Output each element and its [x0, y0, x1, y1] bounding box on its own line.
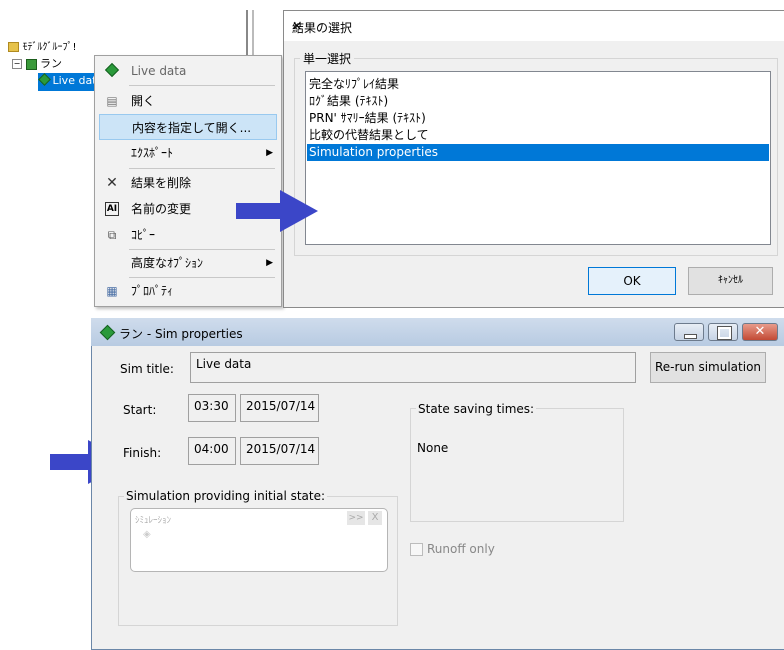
sim-title-label: Sim title: — [120, 362, 174, 376]
rerun-simulation-button[interactable]: Re-run simulation — [650, 352, 766, 383]
delete-icon: ✕ — [106, 175, 118, 191]
list-item[interactable]: 比較の代替結果として — [307, 127, 769, 144]
context-menu: Live data ▤ 開く 内容を指定して開く... ｴｸｽﾎﾟｰﾄ ▶ ✕ … — [94, 55, 282, 307]
ok-button[interactable]: OK — [588, 267, 676, 295]
splitter-edge — [252, 10, 254, 55]
start-date-field[interactable]: 2015/07/14 — [240, 394, 319, 422]
result-options-list[interactable]: 完全なﾘﾌﾟﾚｲ結果 ﾛｸﾞ結果 (ﾃｷｽﾄ) PRN' ｻﾏﾘｰ結果 (ﾃｷｽ… — [305, 71, 771, 245]
arrow-right-icon — [236, 190, 318, 232]
simulation-icon: ◈ — [143, 529, 151, 540]
open-icon: ▤ — [106, 94, 118, 108]
dialog-titlebar[interactable]: 結果の選択 ✕ — [284, 11, 784, 41]
sim-title-field[interactable]: Live data — [190, 352, 636, 383]
splitter[interactable] — [246, 10, 248, 55]
close-icon: ✕ — [754, 324, 766, 339]
cancel-button[interactable]: ｷｬﾝｾﾙ — [688, 267, 773, 295]
start-time-field[interactable]: 03:30 — [188, 394, 236, 422]
window-titlebar[interactable]: ラン - Sim properties ✕ — [91, 318, 784, 346]
finish-label: Finish: — [123, 446, 162, 460]
minimize-icon — [684, 334, 697, 339]
runoff-only-checkbox[interactable] — [410, 543, 423, 556]
maximize-icon — [717, 326, 732, 340]
close-icon[interactable]: ✕ — [292, 19, 775, 33]
menu-separator — [129, 85, 275, 86]
list-item[interactable]: 完全なﾘﾌﾟﾚｲ結果 — [307, 76, 769, 93]
menu-item-export[interactable]: ｴｸｽﾎﾟｰﾄ ▶ — [95, 140, 281, 166]
submenu-arrow-icon: ▶ — [266, 148, 273, 158]
state-saving-value: None — [417, 441, 449, 455]
folder-icon — [8, 42, 19, 52]
initial-state-label: Simulation providing initial state: — [124, 489, 328, 503]
menu-item-open[interactable]: ▤ 開く — [95, 88, 281, 114]
runoff-only-label: Runoff only — [427, 542, 495, 556]
finish-date-field[interactable]: 2015/07/14 — [240, 437, 319, 465]
maximize-button[interactable] — [708, 323, 738, 341]
group-label: 単一選択 — [300, 50, 355, 67]
list-item-selected[interactable]: Simulation properties — [307, 144, 769, 161]
menu-separator — [129, 168, 275, 169]
live-data-icon — [104, 62, 120, 78]
rename-icon: AI — [105, 202, 119, 216]
start-label: Start: — [123, 403, 157, 417]
tree-item-run-label: ラン — [40, 57, 62, 70]
tree-item-root[interactable]: ﾓﾃﾞﾙｸﾞﾙｰﾌﾟ! — [8, 38, 77, 53]
initial-state-selector[interactable]: ｼﾐｭﾚｰｼｮﾝ >> X ◈ — [130, 508, 388, 572]
menu-item-properties[interactable]: ▦ ﾌﾟﾛﾊﾟﾃｨ — [95, 278, 281, 304]
tree-item-run[interactable]: − ラン — [12, 55, 62, 71]
close-button[interactable]: ✕ — [742, 323, 778, 341]
properties-icon: ▦ — [106, 284, 118, 298]
submenu-arrow-icon: ▶ — [266, 258, 273, 268]
simulation-nav-button[interactable]: >> — [347, 511, 365, 525]
menu-item-advanced[interactable]: 高度なｵﾌﾟｼｮﾝ ▶ — [95, 250, 281, 276]
state-saving-group — [410, 408, 624, 522]
copy-icon: ⧉ — [107, 228, 117, 242]
finish-time-field[interactable]: 04:00 — [188, 437, 236, 465]
tree-item-live-label: Live dat — [52, 74, 97, 87]
live-data-icon — [38, 73, 51, 86]
list-item[interactable]: PRN' ｻﾏﾘｰ結果 (ﾃｷｽﾄ) — [307, 110, 769, 127]
state-saving-label: State saving times: — [416, 402, 537, 416]
window-title: ラン - Sim properties — [119, 327, 243, 341]
simulation-placeholder: ｼﾐｭﾚｰｼｮﾝ — [135, 516, 172, 526]
menu-header: Live data — [95, 58, 281, 84]
list-item[interactable]: ﾛｸﾞ結果 (ﾃｷｽﾄ) — [307, 93, 769, 110]
tree-item-root-label: ﾓﾃﾞﾙｸﾞﾙｰﾌﾟ! — [22, 42, 77, 53]
minimize-button[interactable] — [674, 323, 704, 341]
simulation-clear-button[interactable]: X — [368, 511, 382, 525]
collapse-icon[interactable]: − — [12, 59, 22, 69]
tree-item-live[interactable]: Live dat — [38, 73, 99, 91]
menu-item-open-with[interactable]: 内容を指定して開く... — [99, 114, 277, 140]
run-icon — [25, 58, 37, 70]
run-icon — [99, 324, 116, 341]
